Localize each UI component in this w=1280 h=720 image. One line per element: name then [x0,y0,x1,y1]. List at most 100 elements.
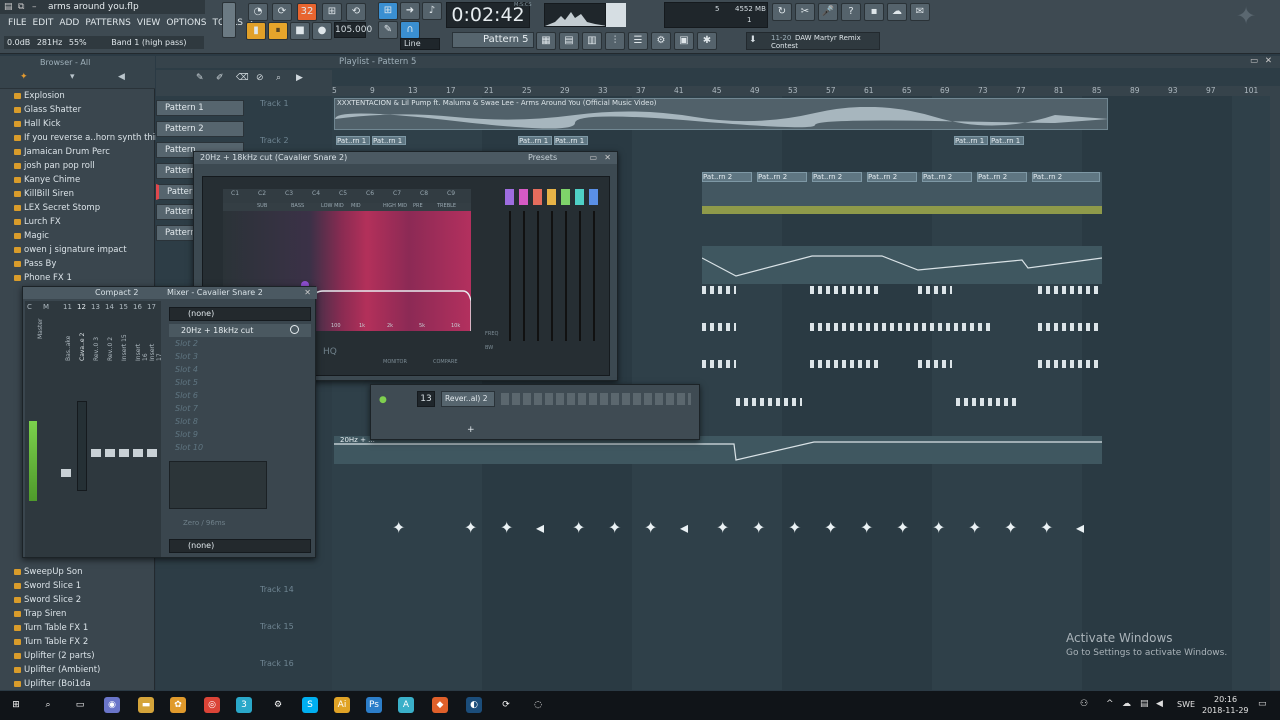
browser-item[interactable]: Hall Kick [14,119,61,129]
piano-roll-icon[interactable]: ▤ [559,32,579,50]
plugin-picker-icon[interactable]: ⚙ [651,32,671,50]
app-orange-icon[interactable]: ◆ [432,697,448,713]
close-icon[interactable]: ✕ [304,287,311,299]
browser-item[interactable]: Sword Slice 1 [13,581,81,591]
fx-slot[interactable]: Slot 7 [175,404,309,416]
track-label[interactable]: Track 15 [260,622,294,631]
track-label[interactable]: Track 14 [260,585,294,594]
menu-add[interactable]: ADD [59,18,79,28]
browser-item[interactable]: Turn Table FX 1 [13,623,88,633]
paint-tool-icon[interactable]: ✐ [216,73,224,83]
browser-item[interactable]: Glass Shatter [13,105,81,115]
browser-item[interactable]: Jamaican Drum Perc [14,147,110,157]
fader-cap[interactable] [105,449,115,457]
draw-tool-icon[interactable]: ✎ [196,73,204,83]
pattern-item[interactable]: Pattern 1 [156,100,244,116]
microphone-icon[interactable]: 🎤 [818,3,838,21]
eq-titlebar[interactable]: 20Hz + 18kHz cut (Cavalier Snare 2) Pres… [194,152,617,164]
fader-cap[interactable] [147,449,157,457]
magnet-icon[interactable]: ∩ [400,21,420,39]
impact-clip-icon[interactable]: ✦ [716,518,729,537]
fx-slot-active[interactable]: 20Hz + 18kHz cut [169,324,311,337]
band-color-3[interactable] [533,189,542,205]
band-color-1[interactable] [505,189,514,205]
browser-item[interactable]: If you reverse a..horn synth thing [14,133,166,143]
skype-icon[interactable]: S [302,697,318,713]
scissors-icon[interactable]: ✂ [795,3,815,21]
playlist-arrow-icon[interactable]: ➜ [400,2,420,20]
mixer-titlebar[interactable]: Compact 2 Mixer - Cavalier Snare 2 ✕ [23,287,317,299]
playlist-window-icon[interactable]: ▦ [536,32,556,50]
pattern-clip[interactable]: Pat..rn 1 [372,136,406,145]
highlight-clip[interactable] [702,206,1102,214]
timeline-ruler[interactable]: 5 9 13 17 21 25 29 33 37 41 45 49 53 57 … [332,86,1280,96]
impact-clip-icon[interactable]: ✦ [968,518,981,537]
audio-clip[interactable]: XXXTENTACION & Lil Pump ft. Maluma & Swa… [334,98,1108,130]
band-fader[interactable] [537,211,539,341]
fx-slot[interactable]: Slot 3 [175,352,309,364]
fader-cap[interactable] [119,449,129,457]
chat-icon[interactable]: ✉ [910,3,930,21]
chrome-icon[interactable]: ◎ [204,697,220,713]
maximize-icon[interactable]: ▭ [1250,56,1258,66]
hit-group[interactable] [810,360,880,368]
browser-sort-icon[interactable]: ▾ [70,72,75,82]
band-c1[interactable]: C1 [231,190,239,197]
track-label[interactable]: Track 16 [260,659,294,668]
clock-date[interactable]: 2018-11-29 [1202,706,1249,715]
menu-options[interactable]: OPTIONS [166,18,206,28]
band-c3[interactable]: C3 [285,190,293,197]
hit-group[interactable] [1038,286,1098,294]
hit-group[interactable] [702,323,736,331]
fader-cap[interactable] [133,449,143,457]
hit-group[interactable] [702,286,736,294]
hit-group[interactable] [1038,360,1098,368]
hit-group[interactable] [736,398,802,406]
news-panel[interactable]: ⬇ 11-20 DAW Martyr Remix Contest [746,32,880,50]
clock-time[interactable]: 20:16 [1214,695,1237,704]
fx-slot[interactable]: Slot 10 [175,443,309,455]
impact-clip-icon[interactable]: ✦ [644,518,657,537]
band-fader[interactable] [593,211,595,341]
eq-mini-graph[interactable] [169,461,267,509]
band-color-4[interactable] [547,189,556,205]
photoshop-icon[interactable]: Ps [366,697,382,713]
mixer-window-icon[interactable]: ⫶ [605,32,625,50]
snap-select[interactable]: Line [400,38,440,50]
strip-fader[interactable] [77,401,87,491]
browser-item[interactable]: Explosion [14,91,65,101]
fx-slot[interactable]: Slot 2 [175,339,309,351]
browser-item[interactable]: Trap Siren [13,609,66,619]
pin-icon[interactable]: ⧉ [18,2,24,12]
pattern-clip[interactable]: Pat..rn 2 [922,172,972,182]
menu-patterns[interactable]: PATTERNS [85,18,131,28]
vertical-scrollbar[interactable] [1270,96,1280,690]
cloud-icon[interactable]: ☁ [887,3,907,21]
browser-item[interactable]: Lurch FX [14,217,61,227]
hit-group[interactable] [1038,323,1098,331]
windows-start-icon[interactable]: ⊞ [8,697,24,713]
search-icon[interactable]: ⌕ [40,697,56,713]
zoom-tool-icon[interactable]: ⌕ [276,73,281,83]
browser-item[interactable]: Uplifter (2 parts) [14,651,95,661]
band-c4[interactable]: C4 [312,190,320,197]
save-icon[interactable]: ▪ [864,3,884,21]
network-icon[interactable]: ▤ [1140,699,1149,709]
pattern-clip[interactable]: Pat..rn 2 [977,172,1027,182]
impact-clip-icon[interactable]: ◂ [1076,518,1084,537]
band-c8[interactable]: C8 [420,190,428,197]
pattern-clip[interactable]: Pat..rn 2 [702,172,752,182]
pattern-clip[interactable]: Pat..rn 1 [554,136,588,145]
pattern-clip[interactable]: Pat..rn 2 [867,172,917,182]
pattern-clip[interactable]: Pat..rn 2 [812,172,862,182]
impact-clip-icon[interactable]: ✦ [608,518,621,537]
pencil-icon[interactable]: ✎ [378,21,398,39]
impact-clip-icon[interactable]: ✦ [1040,518,1053,537]
impact-clip-icon[interactable]: ◂ [680,518,688,537]
impact-clip-icon[interactable]: ✦ [1004,518,1017,537]
impact-clip-icon[interactable]: ✦ [752,518,765,537]
blend-notes-icon[interactable]: ⊞ [322,3,342,21]
impact-clip-icon[interactable]: ✦ [464,518,477,537]
play-tool-icon[interactable]: ▶ [296,73,303,83]
browser-item[interactable]: SweepUp Son [14,567,83,577]
